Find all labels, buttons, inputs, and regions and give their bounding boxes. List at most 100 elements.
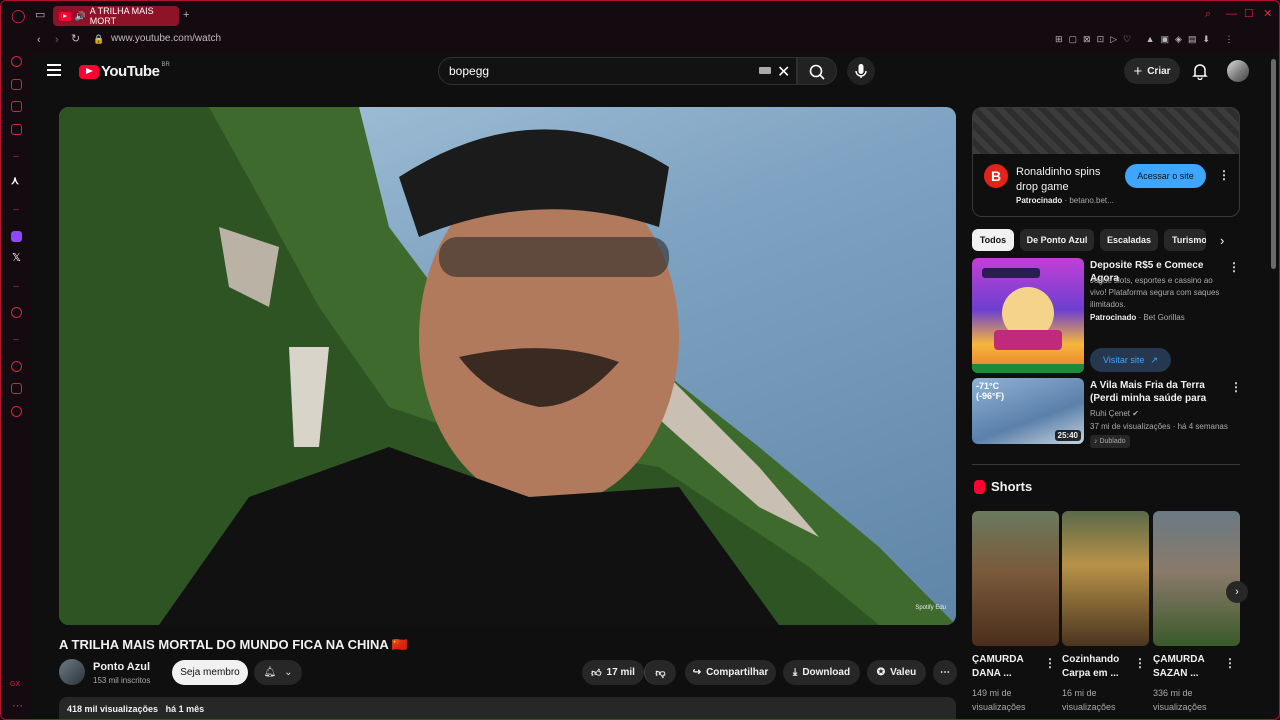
shorts-next-button[interactable]: › xyxy=(1226,581,1248,603)
search-input[interactable]: bopegg xyxy=(438,57,797,85)
ad-cta-button[interactable]: Acessar o site xyxy=(1125,164,1206,188)
visit-site-button[interactable]: Visitar site ↗ xyxy=(1090,348,1171,372)
like-count: 17 mil xyxy=(606,667,635,678)
short-views: 149 mi de visualizações xyxy=(972,688,1026,712)
section-divider xyxy=(972,464,1240,465)
plus-icon: + xyxy=(1133,62,1143,80)
short-thumbnail[interactable] xyxy=(1153,511,1240,646)
rec-title[interactable]: A Vila Mais Fria da Terra (Perdi minha s… xyxy=(1090,379,1225,405)
join-button[interactable]: Seja membro xyxy=(172,660,248,685)
video-thumbnail[interactable]: -71°C (-96°F) 25:40 xyxy=(972,378,1084,444)
notifications-button[interactable] xyxy=(1192,62,1208,85)
sponsored-ad-card[interactable]: B Ronaldinho spins drop game Patrocinado… xyxy=(972,107,1240,217)
minimize-icon[interactable]: — xyxy=(1226,9,1237,20)
chips-next-icon[interactable]: › xyxy=(1220,234,1224,247)
channel-name[interactable]: Ponto Azul xyxy=(93,661,150,673)
share-icon: ↪ xyxy=(692,667,702,678)
forward-icon[interactable]: › xyxy=(55,35,59,46)
chevron-down-icon: ⌄ xyxy=(284,667,293,678)
short-title[interactable]: ÇAMURDA DANA ... xyxy=(972,653,1042,681)
account-avatar[interactable] xyxy=(1227,60,1249,82)
search-tabs-icon[interactable]: ⌕ xyxy=(1205,9,1216,20)
ad-thumbnail-art xyxy=(972,268,1084,373)
ad-more-icon[interactable]: ⋮ xyxy=(1218,168,1230,182)
settings-icon[interactable] xyxy=(11,406,22,417)
short-more-icon[interactable]: ⋮ xyxy=(1224,656,1236,670)
aria-icon[interactable] xyxy=(11,56,22,67)
youtube-logo[interactable]: YouTube BR xyxy=(79,62,170,80)
clear-search-icon[interactable]: ✕ xyxy=(777,62,790,82)
lock-icon: 🔒 xyxy=(93,34,105,44)
rec-more-icon[interactable]: ⋮ xyxy=(1228,260,1240,274)
twitch-icon[interactable] xyxy=(11,231,22,242)
thanks-button[interactable]: ✪ Valeu xyxy=(867,660,926,685)
menu-icon[interactable] xyxy=(47,64,61,76)
search-button[interactable] xyxy=(797,57,837,85)
crypto-wallet-icon[interactable] xyxy=(11,79,22,90)
reload-icon[interactable]: ↻ xyxy=(71,34,80,45)
workspace-icon[interactable]: ⋏ xyxy=(11,176,19,187)
short-title[interactable]: ÇAMURDA SAZAN ... xyxy=(1153,653,1223,681)
sidebar-divider xyxy=(13,286,19,287)
voice-search-button[interactable] xyxy=(847,57,875,85)
search-icon xyxy=(809,64,825,80)
view-count: 418 mil visualizações xyxy=(67,704,159,714)
opera-sidebar: ⋏ 𝕏 GX ⋯ xyxy=(1,31,31,719)
more-actions-button[interactable]: ⋯ xyxy=(933,660,957,685)
history-icon[interactable] xyxy=(11,361,22,372)
download-button[interactable]: ⤓ Download xyxy=(783,660,860,685)
gx-icon[interactable]: GX xyxy=(10,681,20,688)
rec-more-icon[interactable]: ⋮ xyxy=(1230,380,1242,394)
rec-description: Jogue slots, esportes e cassino ao vivo!… xyxy=(1090,276,1220,309)
sponsored-label: Patrocinado xyxy=(1016,196,1063,205)
subscription-bell-button[interactable]: 🔔︎ ⌄ xyxy=(254,660,302,685)
video-duration: 25:40 xyxy=(1054,430,1081,441)
close-icon[interactable]: ✕ xyxy=(1263,9,1274,20)
sidebar-divider xyxy=(13,209,19,210)
dislike-button[interactable]: 👎︎ xyxy=(644,660,676,685)
share-button[interactable]: ↪ Compartilhar xyxy=(685,660,776,685)
url-text[interactable]: www.youtube.com/watch xyxy=(111,33,221,44)
music-icon[interactable] xyxy=(11,124,22,135)
tab-islands-icon[interactable]: ▭ xyxy=(35,10,45,21)
rec-channel[interactable]: Ruhi Çenet ✔ xyxy=(1090,408,1139,420)
extensions-icon[interactable] xyxy=(11,383,22,394)
short-views: 336 mi de visualizações xyxy=(1153,688,1207,712)
speaker-icon[interactable]: 🔊 xyxy=(75,11,86,22)
short-more-icon[interactable]: ⋮ xyxy=(1134,656,1146,670)
tab-active-video[interactable]: 🔊 A TRILHA MAIS MORT xyxy=(53,6,179,26)
keyboard-icon[interactable] xyxy=(759,67,771,74)
video-player[interactable]: Spotify Edu xyxy=(59,107,956,625)
dubbed-badge: ♪ Dublado xyxy=(1090,435,1130,448)
short-title[interactable]: Cozinhando Carpa em ... xyxy=(1062,653,1132,681)
opera-logo-icon[interactable]: ◯ xyxy=(11,9,26,22)
page-scrollbar[interactable] xyxy=(1271,59,1276,269)
chip-todos[interactable]: Todos xyxy=(972,229,1014,251)
create-button[interactable]: + Criar xyxy=(1124,58,1180,84)
messenger-icon[interactable] xyxy=(11,101,22,112)
ad-thumbnail[interactable] xyxy=(972,258,1084,373)
short-more-icon[interactable]: ⋮ xyxy=(1044,656,1056,670)
upload-age: há 1 mês xyxy=(165,704,205,714)
browser-window: ◯ ▭ 🔊 A TRILHA MAIS MORT + ⌕ — ☐ ✕ ‹ › ↻… xyxy=(0,0,1280,720)
chip-escaladas[interactable]: Escaladas xyxy=(1100,229,1158,251)
maximize-icon[interactable]: ☐ xyxy=(1244,9,1255,20)
tab-title: A TRILHA MAIS MORT xyxy=(89,6,154,26)
chip-turismo[interactable]: Turismo xyxy=(1164,229,1206,251)
download-label: Download xyxy=(802,667,851,678)
like-button[interactable]: 👍︎ 17 mil xyxy=(582,660,644,685)
short-thumbnail[interactable] xyxy=(972,511,1059,646)
channel-avatar[interactable] xyxy=(59,659,85,685)
extension-icons[interactable]: ⊞▢⊠⊡▷♡ ▲▣◈▤⬇ ⋮ xyxy=(1055,35,1240,44)
more-icon[interactable]: ⋯ xyxy=(12,701,23,712)
short-thumbnail[interactable] xyxy=(1062,511,1149,646)
ad-sponsor-line: Patrocinado · betano.bet... xyxy=(1016,196,1114,205)
visit-site-label: Visitar site xyxy=(1103,355,1145,365)
player-icon[interactable] xyxy=(11,307,22,318)
chip-de-ponto-azul[interactable]: De Ponto Azul xyxy=(1020,229,1094,251)
x-twitter-icon[interactable]: 𝕏 xyxy=(12,253,21,264)
new-tab-icon[interactable]: + xyxy=(183,10,189,21)
sidebar-divider xyxy=(13,339,19,340)
back-icon[interactable]: ‹ xyxy=(37,35,41,46)
description-box[interactable]: 418 mil visualizações há 1 mês xyxy=(59,697,956,719)
